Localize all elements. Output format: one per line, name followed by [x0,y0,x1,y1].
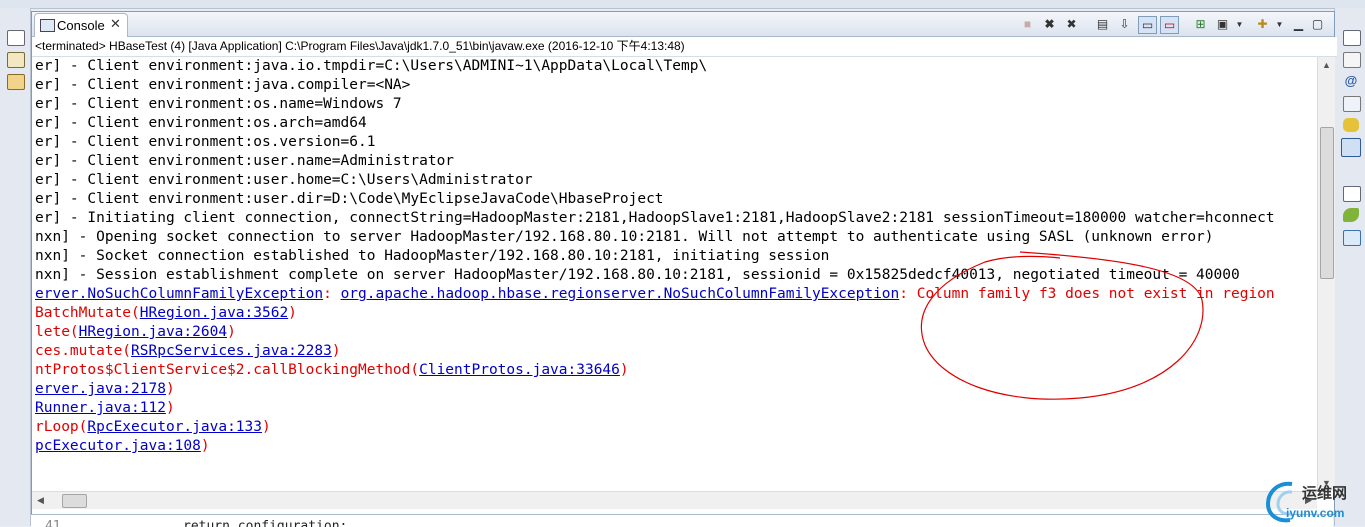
scroll-up-arrow-icon[interactable]: ▲ [1318,57,1335,73]
display-console-icon[interactable]: ▣ [1214,16,1231,32]
declaration-icon[interactable] [1343,96,1361,112]
hierarchy-icon[interactable] [7,52,25,68]
stdout-line: er] - Client environment:os.arch=amd64 [35,115,367,131]
clear-console-icon[interactable]: ▤ [1094,16,1111,32]
stderr-text: : [323,286,341,302]
terminate-icon[interactable]: ■ [1019,16,1036,32]
stdout-line: er] - Client environment:java.io.tmpdir=… [35,58,708,74]
stderr-text: lete( [35,324,79,340]
scroll-left-arrow-icon[interactable]: ◀ [32,492,49,508]
stdout-line: er] - Client environment:user.home=C:\Us… [35,172,533,188]
restore-icon[interactable] [7,30,25,46]
remove-all-terminated-icon[interactable]: ✖ [1063,16,1080,32]
stderr-text: ) [227,324,236,340]
tree-icon[interactable] [1343,230,1361,246]
right-trim-bar: @ [1334,8,1365,526]
stack-trace-link[interactable]: Runner.java:112 [35,400,166,416]
stdout-line: nxn] - Socket connection established to … [35,248,830,264]
outline-icon[interactable] [1343,208,1359,222]
stderr-line: BatchMutate(HRegion.java:3562) [32,304,1317,323]
scroll-lock-icon[interactable]: ⇩ [1116,16,1133,32]
restore-icon[interactable] [1343,186,1361,202]
stdout-line: nxn] - Opening socket connection to serv… [35,229,1214,245]
tab-console[interactable]: Console ✕ [34,13,128,37]
stack-trace-link[interactable]: erver.NoSuchColumnFamilyException [35,286,323,302]
stack-trace-link[interactable]: RpcExecutor.java:133 [87,419,262,435]
horizontal-scrollbar[interactable]: ◀ ▶ [32,491,1317,509]
watermark-name: 运维网 [1302,485,1348,502]
horizontal-scroll-thumb[interactable] [62,494,87,508]
stderr-line: ntProtos$ClientService$2.callBlockingMet… [32,361,1317,380]
stack-trace-link[interactable]: HRegion.java:3562 [140,305,288,321]
stack-trace-link[interactable]: RSRpcServices.java:2283 [131,343,332,359]
stderr-text: rLoop( [35,419,88,435]
stderr-line: rLoop(RpcExecutor.java:133) [32,418,1317,437]
javadoc-icon[interactable]: @ [1343,74,1359,88]
restore-icon[interactable] [1343,30,1361,46]
chevron-down-icon[interactable]: ▼ [1231,16,1248,32]
stderr-text: ces.mutate( [35,343,132,359]
show-on-stdout-icon[interactable]: ▭ [1138,16,1157,34]
chevron-down-icon[interactable]: ▼ [1271,16,1288,32]
console-output[interactable]: er] - Client environment:java.io.tmpdir=… [32,57,1317,491]
show-on-stderr-icon[interactable]: ▭ [1160,16,1179,34]
stack-trace-link[interactable]: ClientProtos.java:33646 [419,362,620,378]
stderr-text: ) [262,419,271,435]
stdout-line: er] - Client environment:os.version=6.1 [35,134,376,150]
window-top-strip [0,0,1365,9]
view-tab-bar: Console ✕ ■ ✖ ✖ ▤ ⇩ ▭ ▭ ⊞ ▣ ▼ ✚ ▼ ▁ ▢ [32,12,1334,37]
stderr-text: ) [288,305,297,321]
stderr-line: erver.NoSuchColumnFamilyException: org.a… [32,285,1317,304]
stack-trace-link[interactable]: pcExecutor.java:108 [35,438,201,454]
stdout-line: er] - Client environment:user.dir=D:\Cod… [35,191,664,207]
tab-console-label: Console [57,18,105,33]
stderr-text: ) [165,400,175,416]
stack-trace-link[interactable]: HRegion.java:2604 [79,324,227,340]
stderr-text: ) [165,381,175,397]
left-trim-bar [0,8,31,526]
stderr-text: ) [619,362,629,378]
console-icon[interactable] [1341,138,1361,157]
maximize-icon[interactable]: ▢ [1309,16,1326,32]
close-icon[interactable]: ✕ [110,16,121,32]
stderr-line: Runner.java:112) [32,399,1317,418]
console-icon [40,19,55,32]
stderr-text: ) [331,343,341,359]
stderr-text: ) [200,438,210,454]
editor-peek: 41 return configuration; [31,514,1333,527]
stderr-line: ces.mutate(RSRpcServices.java:2283) [32,342,1317,361]
pin-console-icon[interactable]: ⊞ [1192,16,1209,32]
stdout-line: nxn] - Session establishment complete on… [35,267,1240,283]
open-console-icon[interactable]: ✚ [1254,16,1271,32]
servers-icon[interactable] [1343,118,1359,132]
minimize-icon[interactable]: ▁ [1290,16,1307,32]
stdout-line: er] - Client environment:user.name=Admin… [35,153,455,169]
stderr-text: ntProtos$ClientService$2.callBlockingMet… [35,362,420,378]
launch-status: <terminated> HBaseTest (4) [Java Applica… [32,37,1337,57]
vertical-scroll-thumb[interactable] [1320,127,1334,279]
stdout-line: er] - Initiating client connection, conn… [35,210,1275,226]
console-view: Console ✕ ■ ✖ ✖ ▤ ⇩ ▭ ▭ ⊞ ▣ ▼ ✚ ▼ ▁ ▢ <t… [31,11,1337,515]
watermark: 运维网 iyunv.com [1262,476,1365,526]
stderr-line: lete(HRegion.java:2604) [32,323,1317,342]
stderr-text: BatchMutate( [35,305,140,321]
vertical-scrollbar[interactable]: ▲ ▼ [1317,57,1335,491]
stack-trace-link[interactable]: erver.java:2178 [35,381,166,397]
stack-trace-link[interactable]: org.apache.hadoop.hbase.regionserver.NoS… [341,286,900,302]
remove-launch-icon[interactable]: ✖ [1041,16,1058,32]
stderr-line: pcExecutor.java:108) [32,437,1317,456]
stderr-text: : Column family f3 does not exist in reg… [899,286,1275,302]
problems-icon[interactable] [1343,52,1361,68]
stdout-line: er] - Client environment:java.compiler=<… [35,77,411,93]
stderr-line: erver.java:2178) [32,380,1317,399]
stdout-line: er] - Client environment:os.name=Windows… [35,96,402,112]
watermark-url: iyunv.com [1286,506,1345,520]
package-icon[interactable] [7,74,25,90]
